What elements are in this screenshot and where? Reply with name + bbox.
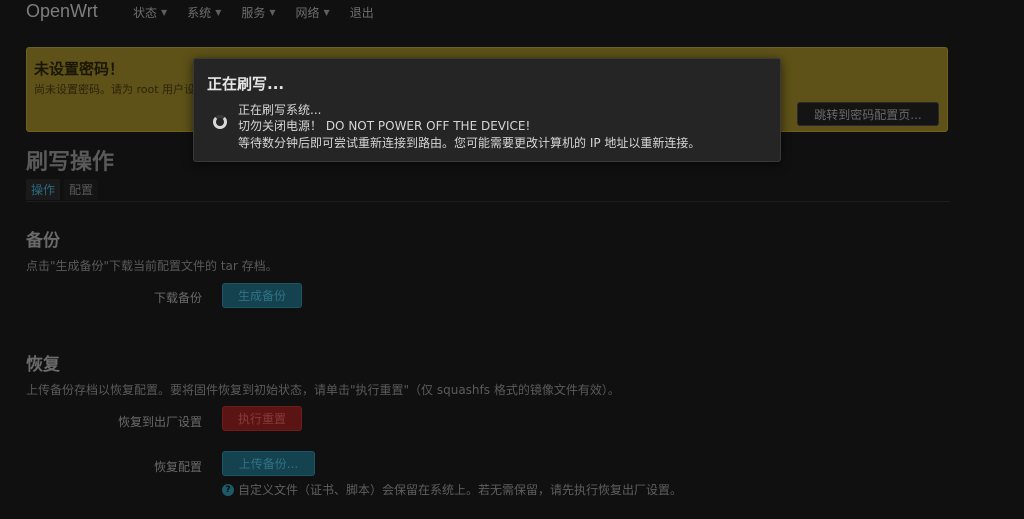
chevron-down-icon: ▼ (161, 8, 168, 17)
chevron-down-icon: ▼ (215, 8, 222, 17)
chevron-down-icon: ▼ (269, 8, 276, 17)
loading-spinner-icon (213, 115, 227, 129)
menu-logout[interactable]: 退出 (350, 4, 374, 21)
flashing-modal: 正在刷写... 正在刷写系统... 切勿关闭电源！ DO NOT POWER O… (193, 58, 781, 162)
tab-actions[interactable]: 操作 (26, 179, 61, 200)
restore-config-label: 恢复配置 (153, 460, 202, 474)
navbar: OpenWrt 状态 ▼ 系统 ▼ 服务 ▼ 网络 ▼ 退出 (0, 0, 1024, 26)
modal-status-line: 正在刷写系统... (238, 103, 322, 117)
backup-description: 点击"生成备份"下载当前配置文件的 tar 存档。 (26, 259, 278, 273)
backup-section-title: 备份 (26, 231, 60, 251)
restore-description: 上传备份存档以恢复配置。要将固件恢复到初始状态，请单击"执行重置"（仅 squa… (26, 383, 620, 397)
menu-services[interactable]: 服务 ▼ (241, 4, 275, 21)
restore-section-title: 恢复 (26, 355, 60, 375)
main-menu: 状态 ▼ 系统 ▼ 服务 ▼ 网络 ▼ 退出 (133, 4, 394, 21)
menu-system[interactable]: 系统 ▼ (187, 4, 221, 21)
menu-status[interactable]: 状态 ▼ (133, 4, 167, 21)
modal-info-line: 等待数分钟后即可尝试重新连接到路由。您可能需要更改计算机的 IP 地址以重新连接… (238, 136, 701, 150)
page-title: 刷写操作 (26, 150, 115, 175)
goto-password-button[interactable]: 跳转到密码配置页... (797, 102, 939, 126)
alert-title: 未设置密码！ (34, 60, 125, 78)
factory-reset-label: 恢复到出厂设置 (117, 415, 202, 429)
tab-divider (26, 201, 950, 202)
perform-reset-button[interactable]: 执行重置 (222, 406, 302, 431)
modal-title: 正在刷写... (207, 75, 285, 93)
brand-logo[interactable]: OpenWrt (26, 1, 98, 22)
upload-backup-button[interactable]: 上传备份... (222, 451, 315, 476)
modal-warning-line: 切勿关闭电源！ DO NOT POWER OFF THE DEVICE! (238, 119, 531, 133)
restore-hint: ? 自定义文件（证书、脚本）会保留在系统上。若无需保留，请先执行恢复出厂设置。 (222, 481, 682, 498)
tab-bar: 操作 配置 (26, 179, 99, 200)
chevron-down-icon: ▼ (323, 8, 330, 17)
tab-configuration[interactable]: 配置 (64, 179, 99, 200)
download-backup-label: 下载备份 (153, 291, 202, 305)
help-icon: ? (222, 483, 234, 496)
restore-hint-text: 自定义文件（证书、脚本）会保留在系统上。若无需保留，请先执行恢复出厂设置。 (238, 483, 683, 497)
menu-network[interactable]: 网络 ▼ (296, 4, 330, 21)
generate-backup-button[interactable]: 生成备份 (222, 283, 302, 308)
